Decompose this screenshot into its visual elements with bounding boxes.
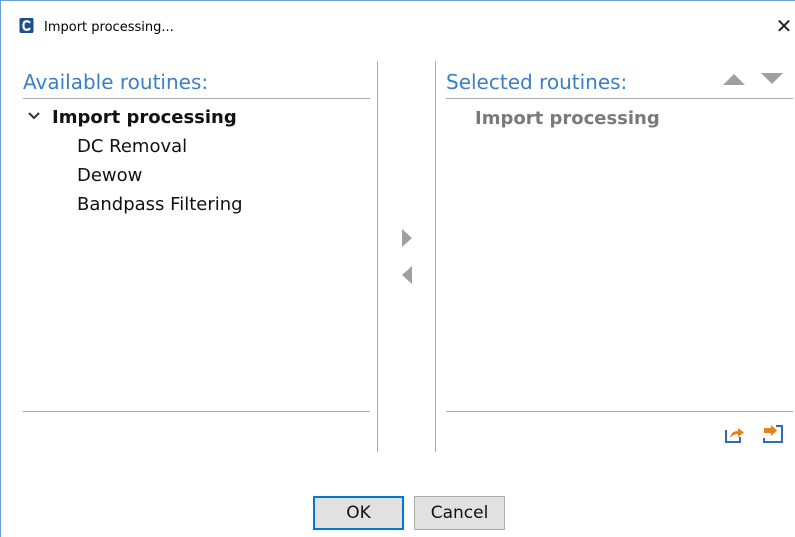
triangle-right-icon[interactable] [400,228,414,248]
selected-item-import-processing[interactable]: Import processing [475,108,660,130]
selected-header-divider [446,98,793,99]
window-title: Import processing... [44,20,174,35]
close-icon: ✕ [775,14,793,38]
title-bar[interactable]: Import processing... ✕ [1,1,795,38]
import-icon[interactable] [762,424,784,444]
middle-left-divider [377,61,378,452]
tree-group-import-processing[interactable]: Import processing [52,107,237,129]
selected-footer-divider [446,411,793,412]
tree-item-bandpass-filtering[interactable]: Bandpass Filtering [77,194,243,216]
triangle-left-icon[interactable] [400,265,414,285]
import-processing-dialog: Import processing... ✕ Available routine… [0,0,795,537]
tree-item-dc-removal[interactable]: DC Removal [77,136,187,158]
export-icon[interactable] [724,424,746,444]
middle-right-divider [435,61,436,452]
available-header-divider [23,98,370,99]
selected-routines-header: Selected routines: [446,70,628,94]
app-logo-icon [19,18,34,33]
ok-button[interactable]: OK [313,496,404,530]
tree-item-dewow[interactable]: Dewow [77,165,142,187]
available-routines-header: Available routines: [23,70,209,94]
cancel-button[interactable]: Cancel [414,496,505,530]
close-button[interactable]: ✕ [773,14,795,38]
triangle-down-icon[interactable] [760,72,784,86]
available-footer-divider [23,411,370,412]
chevron-down-icon[interactable] [27,109,41,123]
triangle-up-icon[interactable] [722,72,746,86]
